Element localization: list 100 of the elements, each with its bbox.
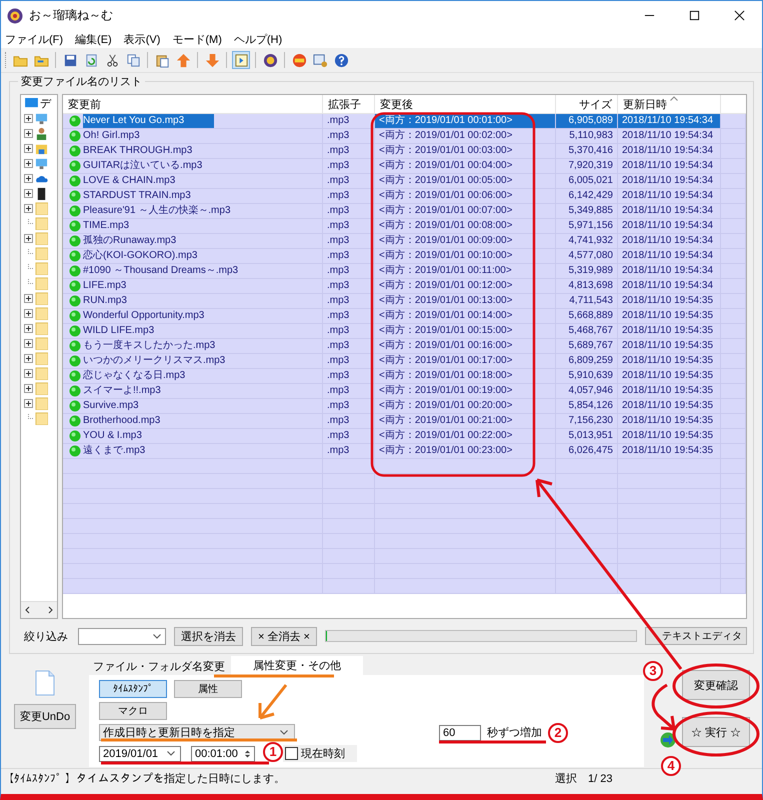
table-cell: <両方：2019/01/01 00:15:00> [375,324,556,338]
table-cell: 5,910,639 [556,369,618,383]
expand-icon[interactable] [24,129,33,138]
expand-icon[interactable] [24,324,33,333]
maximize-icon[interactable] [689,10,700,21]
table-cell: 4,711,543 [556,294,618,308]
menu-item[interactable]: 編集(E) [75,32,112,46]
expand-icon[interactable] [24,114,33,123]
expand-icon[interactable] [24,354,33,363]
help-icon[interactable] [332,51,350,69]
table-cell: .mp3 [323,309,375,323]
file-name[interactable]: Survive.mp3 [83,399,139,413]
tab[interactable]: 属性変更・その他 [231,656,363,675]
clear-selection-button[interactable]: 選択を消去 [174,626,243,646]
file-name[interactable]: LOVE & CHAIN.mp3 [83,174,176,188]
file-name[interactable]: STARDUST TRAIN.mp3 [83,189,191,203]
file-name[interactable]: RUN.mp3 [83,294,127,308]
table-cell: .mp3 [323,354,375,368]
table-cell: 5,971,156 [556,219,618,233]
spin-icon[interactable] [244,748,251,758]
expand-icon[interactable] [24,234,33,243]
time-field[interactable]: 00:01:00 [191,746,255,762]
column-header[interactable]: 変更後 [375,95,556,113]
table-cell: 2018/11/10 19:54:34 [618,189,721,203]
status-dot-icon [69,250,81,262]
file-name[interactable]: もう一度キスしたかった.mp3 [83,339,216,353]
panel-icon[interactable] [232,51,250,69]
scroll-right-icon[interactable] [46,606,54,614]
file-name[interactable]: いつかのメリークリスマス.mp3 [83,354,226,368]
file-name[interactable]: Never Let You Go.mp3 [83,114,214,128]
column-header[interactable]: 更新日時 [618,95,721,113]
table-cell: .mp3 [323,339,375,353]
expand-icon[interactable] [24,189,33,198]
now-checkbox[interactable] [285,747,298,760]
scroll-left-icon[interactable] [24,606,32,614]
date-picker[interactable]: 2019/01/01 [99,746,181,762]
table-cell: 2018/11/10 19:54:35 [618,384,721,398]
expand-icon[interactable] [24,309,33,318]
tab[interactable]: ファイル・フォルダ名変更 [89,658,229,675]
clear-all-button[interactable]: × 全消去 × [251,626,317,646]
column-header[interactable]: 拡張子 [323,95,375,113]
run-button[interactable]: ☆ 実行 ☆ [682,717,750,747]
file-name[interactable]: 恋心(KOI-GOKORO).mp3 [83,249,198,263]
file-name[interactable]: Brotherhood.mp3 [83,414,160,428]
file-name[interactable]: スイマーよ!!.mp3 [83,384,161,398]
mode-button[interactable]: ﾀｲﾑｽﾀﾝﾌﾟ [99,680,167,698]
badge-icon[interactable] [290,51,308,69]
menu-item[interactable]: ファイル(F) [5,32,64,46]
expand-icon[interactable] [24,399,33,408]
expand-icon[interactable] [24,159,33,168]
undo-button[interactable]: 変更UnDo [14,704,76,729]
table-cell: 2018/11/10 19:54:35 [618,399,721,413]
expand-icon[interactable] [24,174,33,183]
desktop-icon[interactable] [35,157,48,170]
file-name[interactable]: Wonderful Opportunity.mp3 [83,309,204,323]
file-name[interactable]: GUITARは泣いている.mp3 [83,159,202,173]
file-name[interactable]: 恋じゃなくなる日.mp3 [83,369,186,383]
file-name[interactable]: LIFE.mp3 [83,279,126,293]
table-cell: 2018/11/10 19:54:35 [618,324,721,338]
expand-icon[interactable] [24,144,33,153]
table-cell: 2018/11/10 19:54:35 [618,309,721,323]
logo-icon[interactable] [261,51,279,69]
mode-button[interactable]: 属性 [174,680,242,698]
table-cell: <両方：2019/01/01 00:13:00> [375,294,556,308]
file-name[interactable]: TIME.mp3 [83,219,130,233]
file-name[interactable]: Oh! Girl.mp3 [83,129,140,143]
file-name[interactable]: BREAK THROUGH.mp3 [83,144,192,158]
expand-icon[interactable] [24,384,33,393]
expand-icon[interactable] [24,339,33,348]
menu-item[interactable]: ヘルプ(H) [234,32,282,46]
step-field[interactable]: 60 [439,724,481,740]
expand-icon[interactable] [24,369,33,378]
computer-icon[interactable] [35,112,48,125]
user-icon[interactable] [35,127,48,140]
confirm-button[interactable]: 変更確認 [682,670,750,700]
pointer-arrow [258,684,288,720]
table-cell: 2018/11/10 19:54:34 [618,234,721,248]
file-name[interactable]: YOU & I.mp3 [83,429,142,443]
network-icon[interactable] [35,142,48,155]
menu-item[interactable]: 表示(V) [124,32,160,46]
expand-icon[interactable] [24,294,33,303]
text-editor-button[interactable]: テキストエディタ [645,627,747,645]
file-name[interactable]: #1090 ～Thousand Dreams～.mp3 [83,264,238,278]
drive-icon[interactable] [35,187,48,200]
status-dot-icon [69,370,81,382]
file-name[interactable]: 孤独のRunaway.mp3 [83,234,176,248]
close-icon[interactable] [734,10,745,21]
table-cell: 5,110,983 [556,129,618,143]
file-name[interactable]: 遠くまで.mp3 [83,444,146,458]
column-header[interactable]: 変更前 [63,95,323,113]
tree-item[interactable]: デ [40,96,51,111]
file-name[interactable]: WILD LIFE.mp3 [83,324,154,338]
table-cell: 2018/11/10 19:54:35 [618,354,721,368]
menu-item[interactable]: モード(M) [172,32,222,46]
file-name[interactable]: Pleasure'91 ～人生の快楽～.mp3 [83,204,231,218]
column-header[interactable]: サイズ [556,95,618,113]
status-message: 【ﾀｲﾑｽﾀﾝﾌﾟ 】タイムスタンプを指定した日時にします。 [2,772,286,786]
mode-button[interactable]: マクロ [99,702,167,720]
table-cell: 6,905,089 [556,114,618,128]
expand-icon[interactable] [24,204,33,213]
